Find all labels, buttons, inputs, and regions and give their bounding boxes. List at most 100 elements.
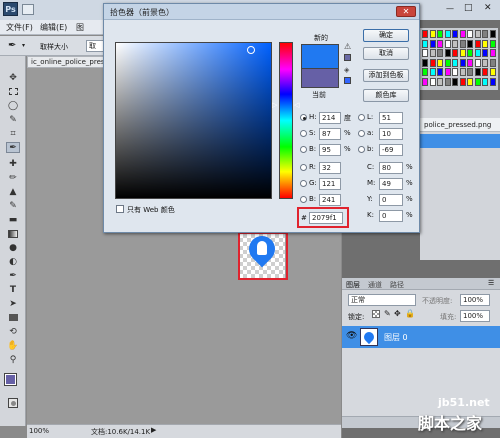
swatch-cell[interactable] [474,49,481,57]
swatch-cell[interactable] [422,30,428,38]
history-brush-tool-icon[interactable]: ✎ [6,200,20,211]
swatch-cell[interactable] [459,77,466,86]
dialog-close-button[interactable]: ✕ [396,6,416,17]
pen-tool-icon[interactable]: ✒ [6,270,20,281]
foreground-color-swatch[interactable] [4,373,17,386]
menu-image[interactable]: 图 [76,22,84,33]
swatch-cell[interactable] [482,77,488,86]
radio-g[interactable] [300,180,307,187]
swatch-cell[interactable] [437,49,443,57]
history-item-row[interactable]: police_pressed.png [420,118,500,132]
layer-row[interactable]: 👁 图层 0 [342,326,500,348]
lock-brush-icon[interactable]: ✎ [384,309,391,318]
web-safe-swatch[interactable] [344,77,351,84]
swatch-cell[interactable] [444,49,451,57]
swatch-cell[interactable] [474,77,481,86]
crop-tool-icon[interactable]: ⌗ [6,128,20,139]
gamut-swatch[interactable] [344,54,351,61]
layer-name[interactable]: 图层 0 [384,332,408,343]
swatch-cell[interactable] [422,68,428,76]
swatch-cell[interactable] [437,39,443,48]
swatch-cell[interactable] [429,68,436,76]
clone-stamp-tool-icon[interactable]: ▲ [6,186,20,197]
swatch-cell[interactable] [467,68,473,76]
panel-menu-icon[interactable]: ☰ [488,279,494,287]
swatch-cell[interactable] [459,39,466,48]
zoom-level[interactable]: 100% [29,427,49,435]
swatch-cell[interactable] [489,30,496,38]
swatch-cell[interactable] [437,58,443,67]
swatch-cell[interactable] [429,49,436,57]
web-only-checkbox[interactable] [116,205,124,213]
radio-a[interactable] [358,130,365,137]
dodge-tool-icon[interactable]: ◐ [6,256,20,267]
swatch-cell[interactable] [452,30,458,38]
lock-move-icon[interactable]: ✥ [394,309,401,318]
swatch-cell[interactable] [452,49,458,57]
field-lab-b[interactable]: -69 [379,144,403,156]
swatch-cell[interactable] [444,39,451,48]
lock-all-icon[interactable]: 🔒 [405,309,415,318]
menu-file[interactable]: 文件(F) [6,22,33,33]
swatch-cell[interactable] [474,39,481,48]
color-libraries-button[interactable]: 颜色库 [363,89,409,102]
radio-b[interactable] [300,146,307,153]
hue-slider[interactable] [279,42,293,199]
swatch-cell[interactable] [467,30,473,38]
swatch-cell[interactable] [422,77,428,86]
eyedropper-icon[interactable]: ✒ [8,40,16,51]
move-tool-icon[interactable]: ✥ [6,72,20,83]
tab-channels[interactable]: 通道 [368,280,382,290]
swatch-cell[interactable] [467,77,473,86]
field-r[interactable]: 32 [319,162,341,174]
swatch-cell[interactable] [474,68,481,76]
swatch-cell[interactable] [482,39,488,48]
minimize-button[interactable]: — [446,4,454,13]
healing-brush-tool-icon[interactable]: ✚ [6,158,20,169]
color-field-cursor[interactable] [247,46,255,54]
visibility-eye-icon[interactable]: 👁 [346,331,357,341]
web-safe-cube-icon[interactable]: ◈ [344,66,349,74]
swatch-cell[interactable] [452,39,458,48]
swatch-cell[interactable] [452,58,458,67]
rectangle-tool-icon[interactable] [6,312,20,323]
brush-tool-icon[interactable]: ✏ [6,172,20,183]
field-blue[interactable]: 241 [319,194,341,206]
gradient-tool-icon[interactable] [6,228,20,239]
type-tool-icon[interactable]: T [6,284,20,295]
swatch-cell[interactable] [444,30,451,38]
document-tab[interactable]: ic_online_police_pressed [27,56,107,68]
swatch-cell[interactable] [467,39,473,48]
field-m[interactable]: 49 [379,178,403,190]
lasso-tool-icon[interactable]: ◯ [6,100,20,111]
radio-s[interactable] [300,130,307,137]
add-to-swatches-button[interactable]: 添加到色板 [363,69,409,82]
swatch-cell[interactable] [489,49,496,57]
swatch-cell[interactable] [489,58,496,67]
marquee-tool-icon[interactable] [6,86,20,97]
color-field[interactable] [115,42,272,199]
swatch-cell[interactable] [474,58,481,67]
swatch-cell[interactable] [452,77,458,86]
close-window-button[interactable]: ✕ [484,3,492,13]
swatch-cell[interactable] [429,58,436,67]
radio-h[interactable] [300,114,307,121]
eraser-tool-icon[interactable]: ▬ [6,214,20,225]
history-state-selected[interactable] [420,134,500,148]
swatch-cell[interactable] [437,30,443,38]
zoom-tool-icon[interactable]: ⚲ [6,354,20,365]
swatch-cell[interactable] [467,49,473,57]
field-s[interactable]: 87 [319,128,341,140]
swatch-cell[interactable] [444,58,451,67]
lock-transparent-icon[interactable] [372,310,380,318]
swatch-cell[interactable] [489,68,496,76]
tool-preset-chevron-icon[interactable]: ▾ [22,42,25,49]
swatch-cell[interactable] [482,58,488,67]
radio-lab-b[interactable] [358,146,365,153]
swatch-cell[interactable] [459,68,466,76]
quick-selection-tool-icon[interactable]: ✎ [6,114,20,125]
tab-paths[interactable]: 路径 [390,280,404,290]
swatch-cell[interactable] [452,68,458,76]
maximize-button[interactable]: □ [464,3,473,13]
hue-slider-right-arrow-icon[interactable]: ◁ [294,101,299,109]
